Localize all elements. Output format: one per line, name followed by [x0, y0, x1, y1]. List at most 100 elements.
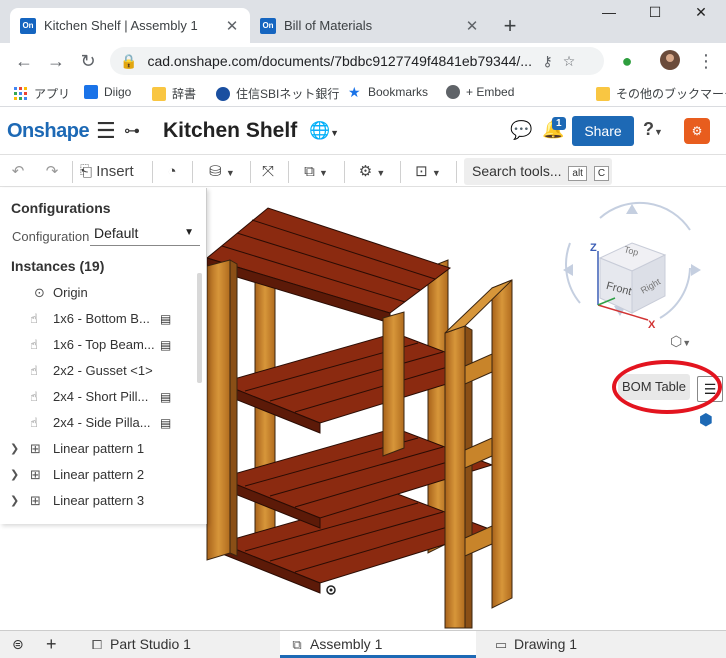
- axis-x-label: X: [648, 319, 656, 331]
- chevron-right-icon[interactable]: ❯: [10, 437, 19, 461]
- bookmark-embed[interactable]: + Embed: [446, 85, 514, 99]
- search-tools-label: Search tools...: [472, 163, 562, 179]
- browser-tab-strip: On Kitchen Shelf | Assembly 1 ✕ On Bill …: [0, 0, 726, 43]
- bookmark-star-icon[interactable]: ☆: [563, 53, 576, 70]
- view-cube: [563, 201, 701, 321]
- search-tools-input[interactable]: Search tools... alt C: [464, 158, 612, 185]
- onshape-favicon-icon: On: [260, 17, 276, 34]
- insert-button[interactable]: ⎗ Insert: [80, 161, 144, 183]
- bookmark-dictionary[interactable]: 辞書: [152, 85, 196, 102]
- browser-menu-icon[interactable]: ⋮: [694, 49, 718, 73]
- instance-item-pattern[interactable]: ❯ ⊞ Linear pattern 3: [0, 489, 200, 513]
- bookmark-diigo[interactable]: Diigo: [84, 85, 131, 99]
- bookmark-label: Bookmarks: [368, 85, 429, 99]
- bookmark-other[interactable]: その他のブックマーク: [596, 85, 726, 102]
- public-globe-icon[interactable]: 🌐▼: [309, 121, 339, 141]
- bookmark-bank[interactable]: 住信SBIネット銀行: [216, 85, 339, 102]
- bookmark-label: 辞書: [172, 87, 197, 101]
- bookmark-label: 住信SBIネット銀行: [236, 87, 340, 101]
- gears-icon[interactable]: ⚙ ▼: [350, 161, 394, 183]
- onshape-logo[interactable]: Onshape: [7, 120, 90, 143]
- tab-label: Drawing 1: [514, 636, 578, 652]
- mate-connector-icon[interactable]: ◔: [160, 161, 184, 183]
- redo-icon[interactable]: ↷: [42, 161, 62, 183]
- instance-item[interactable]: ☝ 1x6 - Bottom B... ▤: [0, 307, 200, 331]
- document-tree-icon[interactable]: ⊶: [124, 121, 140, 141]
- tab-assembly[interactable]: ⧉ Assembly 1: [280, 631, 476, 658]
- chevron-right-icon[interactable]: ❯: [10, 463, 19, 487]
- close-tab-icon[interactable]: ✕: [224, 17, 240, 35]
- browser-tab-title: Bill of Materials: [284, 18, 373, 33]
- bank-icon: [216, 86, 230, 101]
- bookmark-apps[interactable]: アプリ: [14, 85, 70, 102]
- browser-tab-assembly[interactable]: On Kitchen Shelf | Assembly 1 ✕: [10, 8, 250, 43]
- tab-manager-icon[interactable]: ⊜: [4, 631, 32, 658]
- browser-tab-bom[interactable]: On Bill of Materials ✕: [250, 8, 490, 43]
- instance-item[interactable]: ☝ 2x2 - Gusset <1>: [0, 359, 200, 383]
- insert-label: Insert: [96, 163, 134, 180]
- instance-item[interactable]: ☝ 1x6 - Top Beam... ▤: [0, 333, 200, 357]
- instance-label: Linear pattern 1: [53, 441, 145, 456]
- bookmark-bookmarks[interactable]: ★ Bookmarks: [348, 85, 428, 99]
- undo-icon[interactable]: ↶: [8, 161, 28, 183]
- part-instance-icon: ☝: [30, 311, 38, 326]
- view-options-cube-icon[interactable]: ⬡▼: [670, 333, 691, 350]
- toolbar-separator: [288, 161, 289, 183]
- evernote-extension-icon[interactable]: ●: [615, 49, 639, 73]
- chevron-right-icon[interactable]: ❯: [10, 489, 19, 513]
- tab-drawing[interactable]: ▭ Drawing 1: [484, 631, 684, 658]
- bookmark-label: + Embed: [466, 85, 515, 99]
- instance-list-panel: Configurations Configuration Default ▼ I…: [0, 188, 207, 524]
- maximize-button[interactable]: ☐: [632, 4, 678, 26]
- group-icon[interactable]: ⧉ ▼: [294, 161, 338, 183]
- hamburger-menu-icon[interactable]: ☰: [96, 118, 116, 144]
- close-window-button[interactable]: ✕: [678, 4, 724, 26]
- help-icon[interactable]: ?▼: [643, 119, 663, 140]
- lock-icon: 🔒: [120, 52, 138, 69]
- key-icon[interactable]: ⚷: [542, 53, 552, 70]
- reload-icon[interactable]: ↻: [76, 49, 100, 73]
- star-icon: ★: [348, 84, 361, 100]
- configuration-select[interactable]: Default ▼: [90, 222, 200, 246]
- tab-part-studio[interactable]: ⧠ Part Studio 1: [80, 631, 276, 658]
- browser-tab-title: Kitchen Shelf | Assembly 1: [44, 18, 198, 33]
- mate-stack-icon: ▤: [160, 312, 171, 326]
- part-instance-icon: ☝: [30, 389, 38, 404]
- fastened-mate-icon[interactable]: ⛁ ▼: [200, 161, 244, 183]
- assembly-icon: ⧉: [292, 637, 302, 652]
- origin-icon: ⊙: [34, 285, 45, 300]
- share-button[interactable]: Share: [572, 116, 634, 146]
- profile-avatar[interactable]: [658, 49, 682, 73]
- toolbar-separator: [72, 161, 73, 183]
- browser-nav-bar: ← → ↻ 🔒 cad.onshape.com/documents/7bdbc9…: [0, 43, 726, 79]
- instance-item-pattern[interactable]: ❯ ⊞ Linear pattern 2: [0, 463, 200, 487]
- instance-label: 1x6 - Top Beam...: [53, 337, 155, 352]
- bookmarks-bar: アプリ Diigo 辞書 住信SBIネット銀行 ★ Bookmarks + Em…: [0, 79, 726, 107]
- folder-icon: [152, 86, 166, 101]
- assembly-cube-icon[interactable]: ⬢: [699, 410, 713, 430]
- close-tab-icon[interactable]: ✕: [464, 17, 480, 35]
- toolbar-separator: [400, 161, 401, 183]
- move-icon[interactable]: ⤧: [256, 161, 280, 183]
- instance-item[interactable]: ☝ 2x4 - Side Pilla... ▤: [0, 411, 200, 435]
- apps-grid-icon: [14, 86, 28, 101]
- drawing-icon: ▭: [494, 637, 508, 652]
- assembly-toolbar: ↶ ↷ ⎗ Insert ◔ ⛁ ▼ ⤧ ⧉ ▼ ⚙ ▼ ⊡ ▼ Search …: [0, 155, 726, 187]
- comments-icon[interactable]: 💬: [510, 120, 532, 141]
- document-title[interactable]: Kitchen Shelf: [163, 119, 297, 143]
- axis-z-label: Z: [590, 242, 597, 254]
- instance-item[interactable]: ☝ 2x4 - Short Pill... ▤: [0, 385, 200, 409]
- back-icon[interactable]: ←: [12, 49, 36, 73]
- address-bar[interactable]: 🔒 cad.onshape.com/documents/7bdbc9127749…: [110, 47, 604, 75]
- notification-badge: 1: [552, 117, 566, 130]
- explode-view-icon[interactable]: ⊡ ▼: [406, 161, 450, 183]
- globe-icon: [446, 85, 460, 99]
- instance-item-pattern[interactable]: ❯ ⊞ Linear pattern 1: [0, 437, 200, 461]
- instance-item-origin[interactable]: ⊙ Origin: [0, 281, 200, 305]
- folder-icon: [596, 86, 610, 101]
- minimize-button[interactable]: —: [586, 4, 632, 26]
- forward-icon[interactable]: →: [44, 49, 68, 73]
- app-store-icon[interactable]: ⚙: [684, 118, 710, 144]
- new-tab-button[interactable]: +: [498, 13, 522, 39]
- add-tab-button[interactable]: +: [38, 631, 68, 658]
